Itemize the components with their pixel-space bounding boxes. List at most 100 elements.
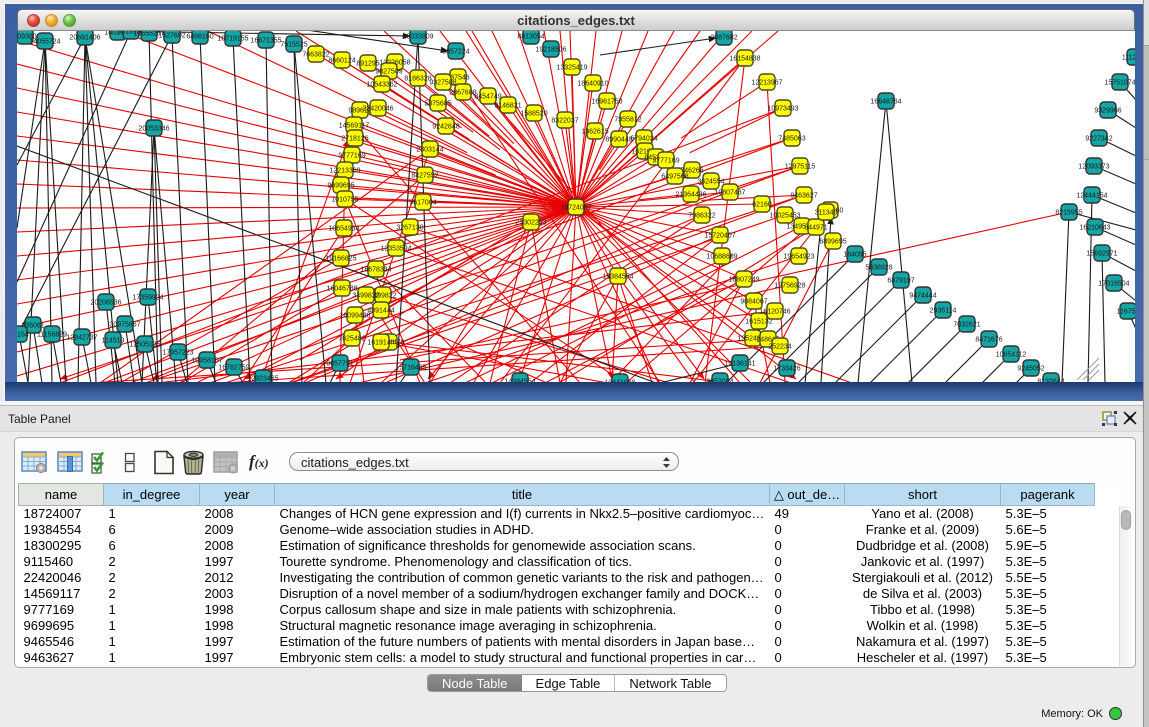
svg-text:9952004: 9952004 <box>706 379 733 382</box>
svg-text:844971: 844971 <box>804 225 827 232</box>
svg-text:2718126: 2718126 <box>341 136 368 143</box>
svg-text:16099488: 16099488 <box>339 313 370 320</box>
svg-text:10807487: 10807487 <box>714 190 745 197</box>
svg-text:3267130: 3267130 <box>396 225 423 232</box>
svg-text:1010755: 1010755 <box>331 197 358 204</box>
svg-text:12505135: 12505135 <box>129 342 160 349</box>
svg-text:8454749: 8454749 <box>474 94 501 101</box>
svg-text:12213967: 12213967 <box>751 80 782 87</box>
svg-text:3857224: 3857224 <box>442 49 469 56</box>
svg-text:164095: 164095 <box>843 252 866 259</box>
svg-text:1362615: 1362615 <box>581 129 608 136</box>
svg-text:20206536: 20206536 <box>90 300 121 307</box>
svg-text:10654934: 10654934 <box>328 226 359 233</box>
svg-text:11156829: 11156829 <box>37 332 67 339</box>
svg-text:14569117: 14569117 <box>339 123 370 130</box>
svg-text:15716485: 15716485 <box>395 365 426 372</box>
svg-text:62160: 62160 <box>752 202 772 209</box>
svg-text:8660124: 8660124 <box>328 58 355 65</box>
svg-text:23302233: 23302233 <box>515 220 546 227</box>
svg-text:19384554: 19384554 <box>602 274 633 281</box>
svg-text:10958107: 10958107 <box>191 358 222 365</box>
svg-text:9777169: 9777169 <box>652 158 679 165</box>
svg-text:17016504: 17016504 <box>1098 281 1129 288</box>
svg-text:9857791: 9857791 <box>326 361 353 368</box>
svg-text:12923465: 12923465 <box>247 376 278 382</box>
svg-text:9827509: 9827509 <box>375 69 402 76</box>
svg-text:6794024: 6794024 <box>630 136 657 143</box>
svg-text:9227342: 9227342 <box>1085 136 1112 143</box>
svg-text:5938928: 5938928 <box>865 265 892 272</box>
svg-text:12975115: 12975115 <box>785 164 816 171</box>
svg-text:18724007: 18724007 <box>560 205 591 212</box>
svg-text:9777169: 9777169 <box>338 153 365 160</box>
svg-text:16046788: 16046788 <box>326 286 357 293</box>
svg-text:12942737: 12942737 <box>66 335 97 342</box>
svg-text:9242848: 9242848 <box>432 124 459 131</box>
svg-text:12213369: 12213369 <box>329 168 360 175</box>
svg-text:6899695: 6899695 <box>819 239 846 246</box>
svg-text:891295: 891295 <box>356 61 379 68</box>
svg-text:1615132: 1615132 <box>745 319 772 326</box>
svg-text:9146821: 9146821 <box>494 103 521 110</box>
svg-text:7485063: 7485063 <box>778 136 805 143</box>
svg-text:2087682: 2087682 <box>710 35 737 42</box>
svg-text:9474444: 9474444 <box>909 293 936 300</box>
svg-text:15720407: 15720407 <box>704 233 735 240</box>
svg-text:9617004: 9617004 <box>409 200 436 207</box>
svg-text:7515525: 7515525 <box>280 42 307 49</box>
svg-text:19654923: 19654923 <box>783 254 814 261</box>
svg-text:18678334: 18678334 <box>360 267 391 274</box>
svg-text:14136141: 14136141 <box>724 361 755 368</box>
svg-text:10719155: 10719155 <box>217 36 248 43</box>
svg-text:12444154: 12444154 <box>1076 193 1107 200</box>
svg-text:18807249: 18807249 <box>728 277 759 284</box>
svg-text:16782759: 16782759 <box>218 365 249 372</box>
svg-text:21364436: 21364436 <box>675 192 706 199</box>
svg-text:20053346: 20053346 <box>138 126 169 133</box>
svg-text:252234: 252234 <box>768 344 791 351</box>
svg-text:114519: 114519 <box>102 338 125 345</box>
svg-text:16033809: 16033809 <box>402 34 433 41</box>
svg-text:15692971: 15692971 <box>1086 251 1117 258</box>
svg-text:9329966: 9329966 <box>1094 108 1121 115</box>
svg-text:17957223: 17957223 <box>162 350 193 357</box>
svg-text:10688609: 10688609 <box>706 254 737 261</box>
svg-text:2935114: 2935114 <box>930 308 957 315</box>
svg-text:10441988: 10441988 <box>604 380 635 382</box>
svg-text:19166825: 19166825 <box>325 256 356 263</box>
svg-text:3499822: 3499822 <box>352 293 379 300</box>
svg-text:17359924: 17359924 <box>132 295 163 302</box>
svg-text:13325419: 13325419 <box>556 65 587 72</box>
svg-text:7032621: 7032621 <box>953 322 980 329</box>
svg-text:16120746: 16120746 <box>759 309 790 316</box>
svg-text:9084067: 9084067 <box>740 299 767 306</box>
svg-text:7663822: 7663822 <box>302 52 329 59</box>
svg-text:1112276: 1112276 <box>1122 55 1135 62</box>
svg-text:39154: 39154 <box>17 332 29 339</box>
svg-text:16961758: 16961758 <box>591 99 622 106</box>
svg-text:12093373: 12093373 <box>1078 164 1109 171</box>
svg-text:9699695: 9699695 <box>327 183 354 190</box>
svg-text:8990448: 8990448 <box>605 137 632 144</box>
svg-text:3624554: 3624554 <box>697 179 724 186</box>
svg-text:12353594: 12353594 <box>380 246 411 253</box>
svg-text:16671355: 16671355 <box>250 38 281 45</box>
svg-text:6466160: 6466160 <box>186 34 213 41</box>
svg-text:9327508: 9327508 <box>429 80 456 87</box>
svg-text:7986322: 7986322 <box>688 213 715 220</box>
svg-text:30975867: 30975867 <box>109 322 140 329</box>
svg-text:16210643: 16210643 <box>1079 225 1110 232</box>
svg-text:116753: 116753 <box>1117 309 1135 316</box>
svg-text:16154838: 16154838 <box>729 56 760 63</box>
svg-text:8215955: 8215955 <box>1055 210 1082 217</box>
svg-text:7625402: 7625402 <box>338 336 365 343</box>
svg-text:22420046: 22420046 <box>362 106 393 113</box>
svg-text:1619144: 1619144 <box>367 340 394 347</box>
svg-text:8427552: 8427552 <box>411 173 438 180</box>
svg-text:311340: 311340 <box>815 210 838 217</box>
svg-text:10543362: 10543362 <box>366 82 397 89</box>
svg-text:10973493: 10973493 <box>767 106 798 113</box>
svg-text:6879197: 6879197 <box>887 278 914 285</box>
svg-text:8186328: 8186328 <box>404 76 431 83</box>
